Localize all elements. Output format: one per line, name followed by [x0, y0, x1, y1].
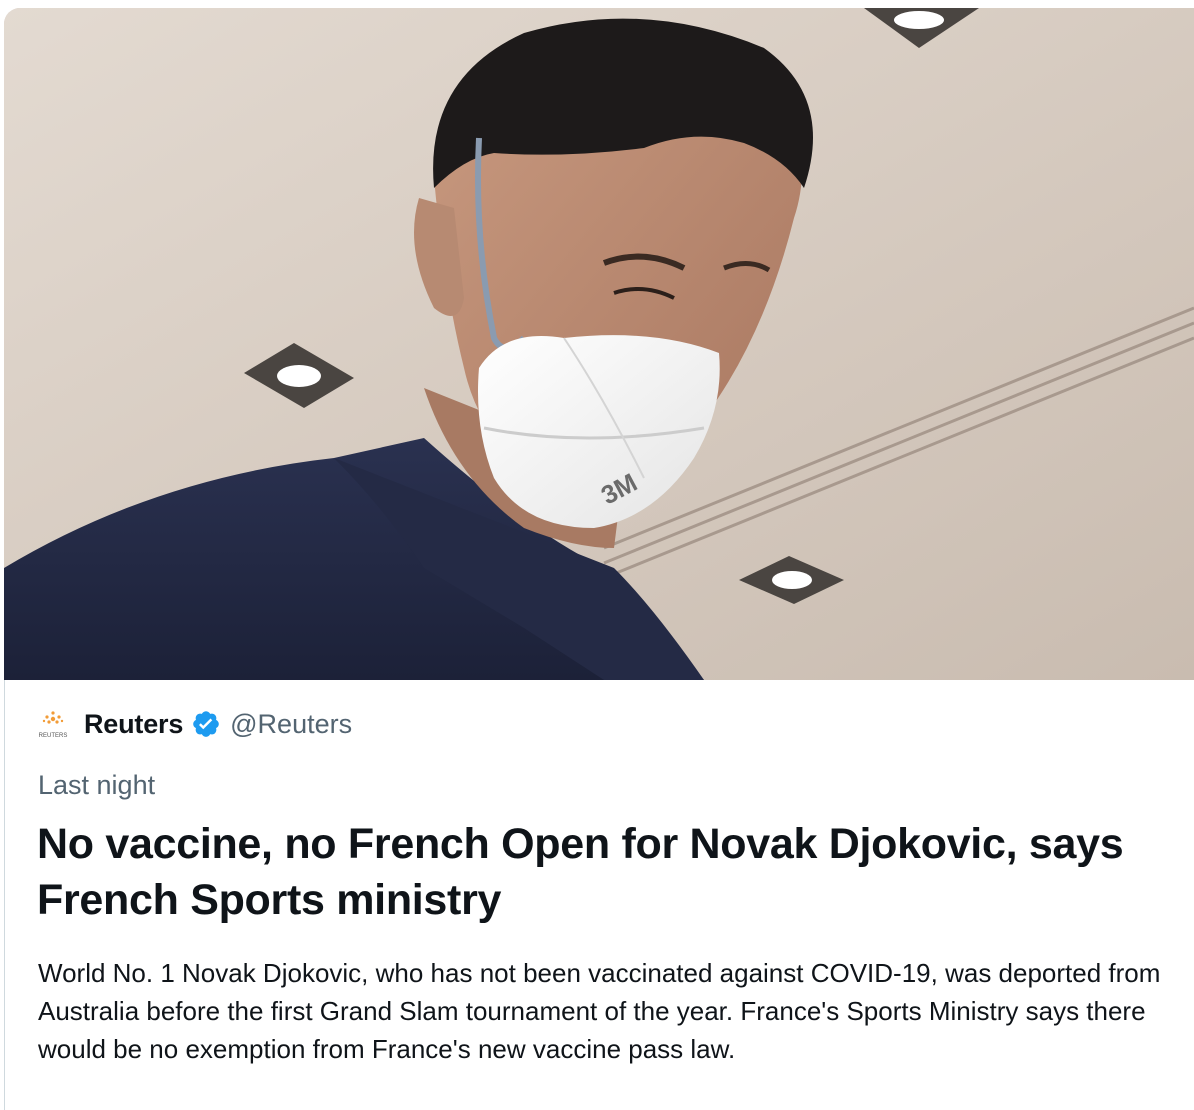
- reuters-logo-icon[interactable]: REUTERS: [36, 707, 70, 741]
- tweet-photo[interactable]: 3M: [4, 8, 1194, 680]
- card-border: [4, 680, 5, 1110]
- author-handle[interactable]: @Reuters: [230, 709, 352, 740]
- avatar-text: REUTERS: [39, 733, 68, 739]
- photo-illustration: 3M: [4, 8, 1194, 680]
- timestamp: Last night: [38, 770, 156, 800]
- verified-badge-icon: [191, 709, 221, 739]
- article-headline[interactable]: No vaccine, no French Open for Novak Djo…: [37, 816, 1167, 928]
- tweet-card[interactable]: 3M REUTERS Reuters @Reuters Last night N…: [0, 0, 1194, 1110]
- article-summary: World No. 1 Novak Djokovic, who has not …: [38, 958, 1161, 1064]
- author-row[interactable]: REUTERS Reuters @Reuters: [36, 704, 352, 744]
- author-name[interactable]: Reuters: [84, 709, 183, 740]
